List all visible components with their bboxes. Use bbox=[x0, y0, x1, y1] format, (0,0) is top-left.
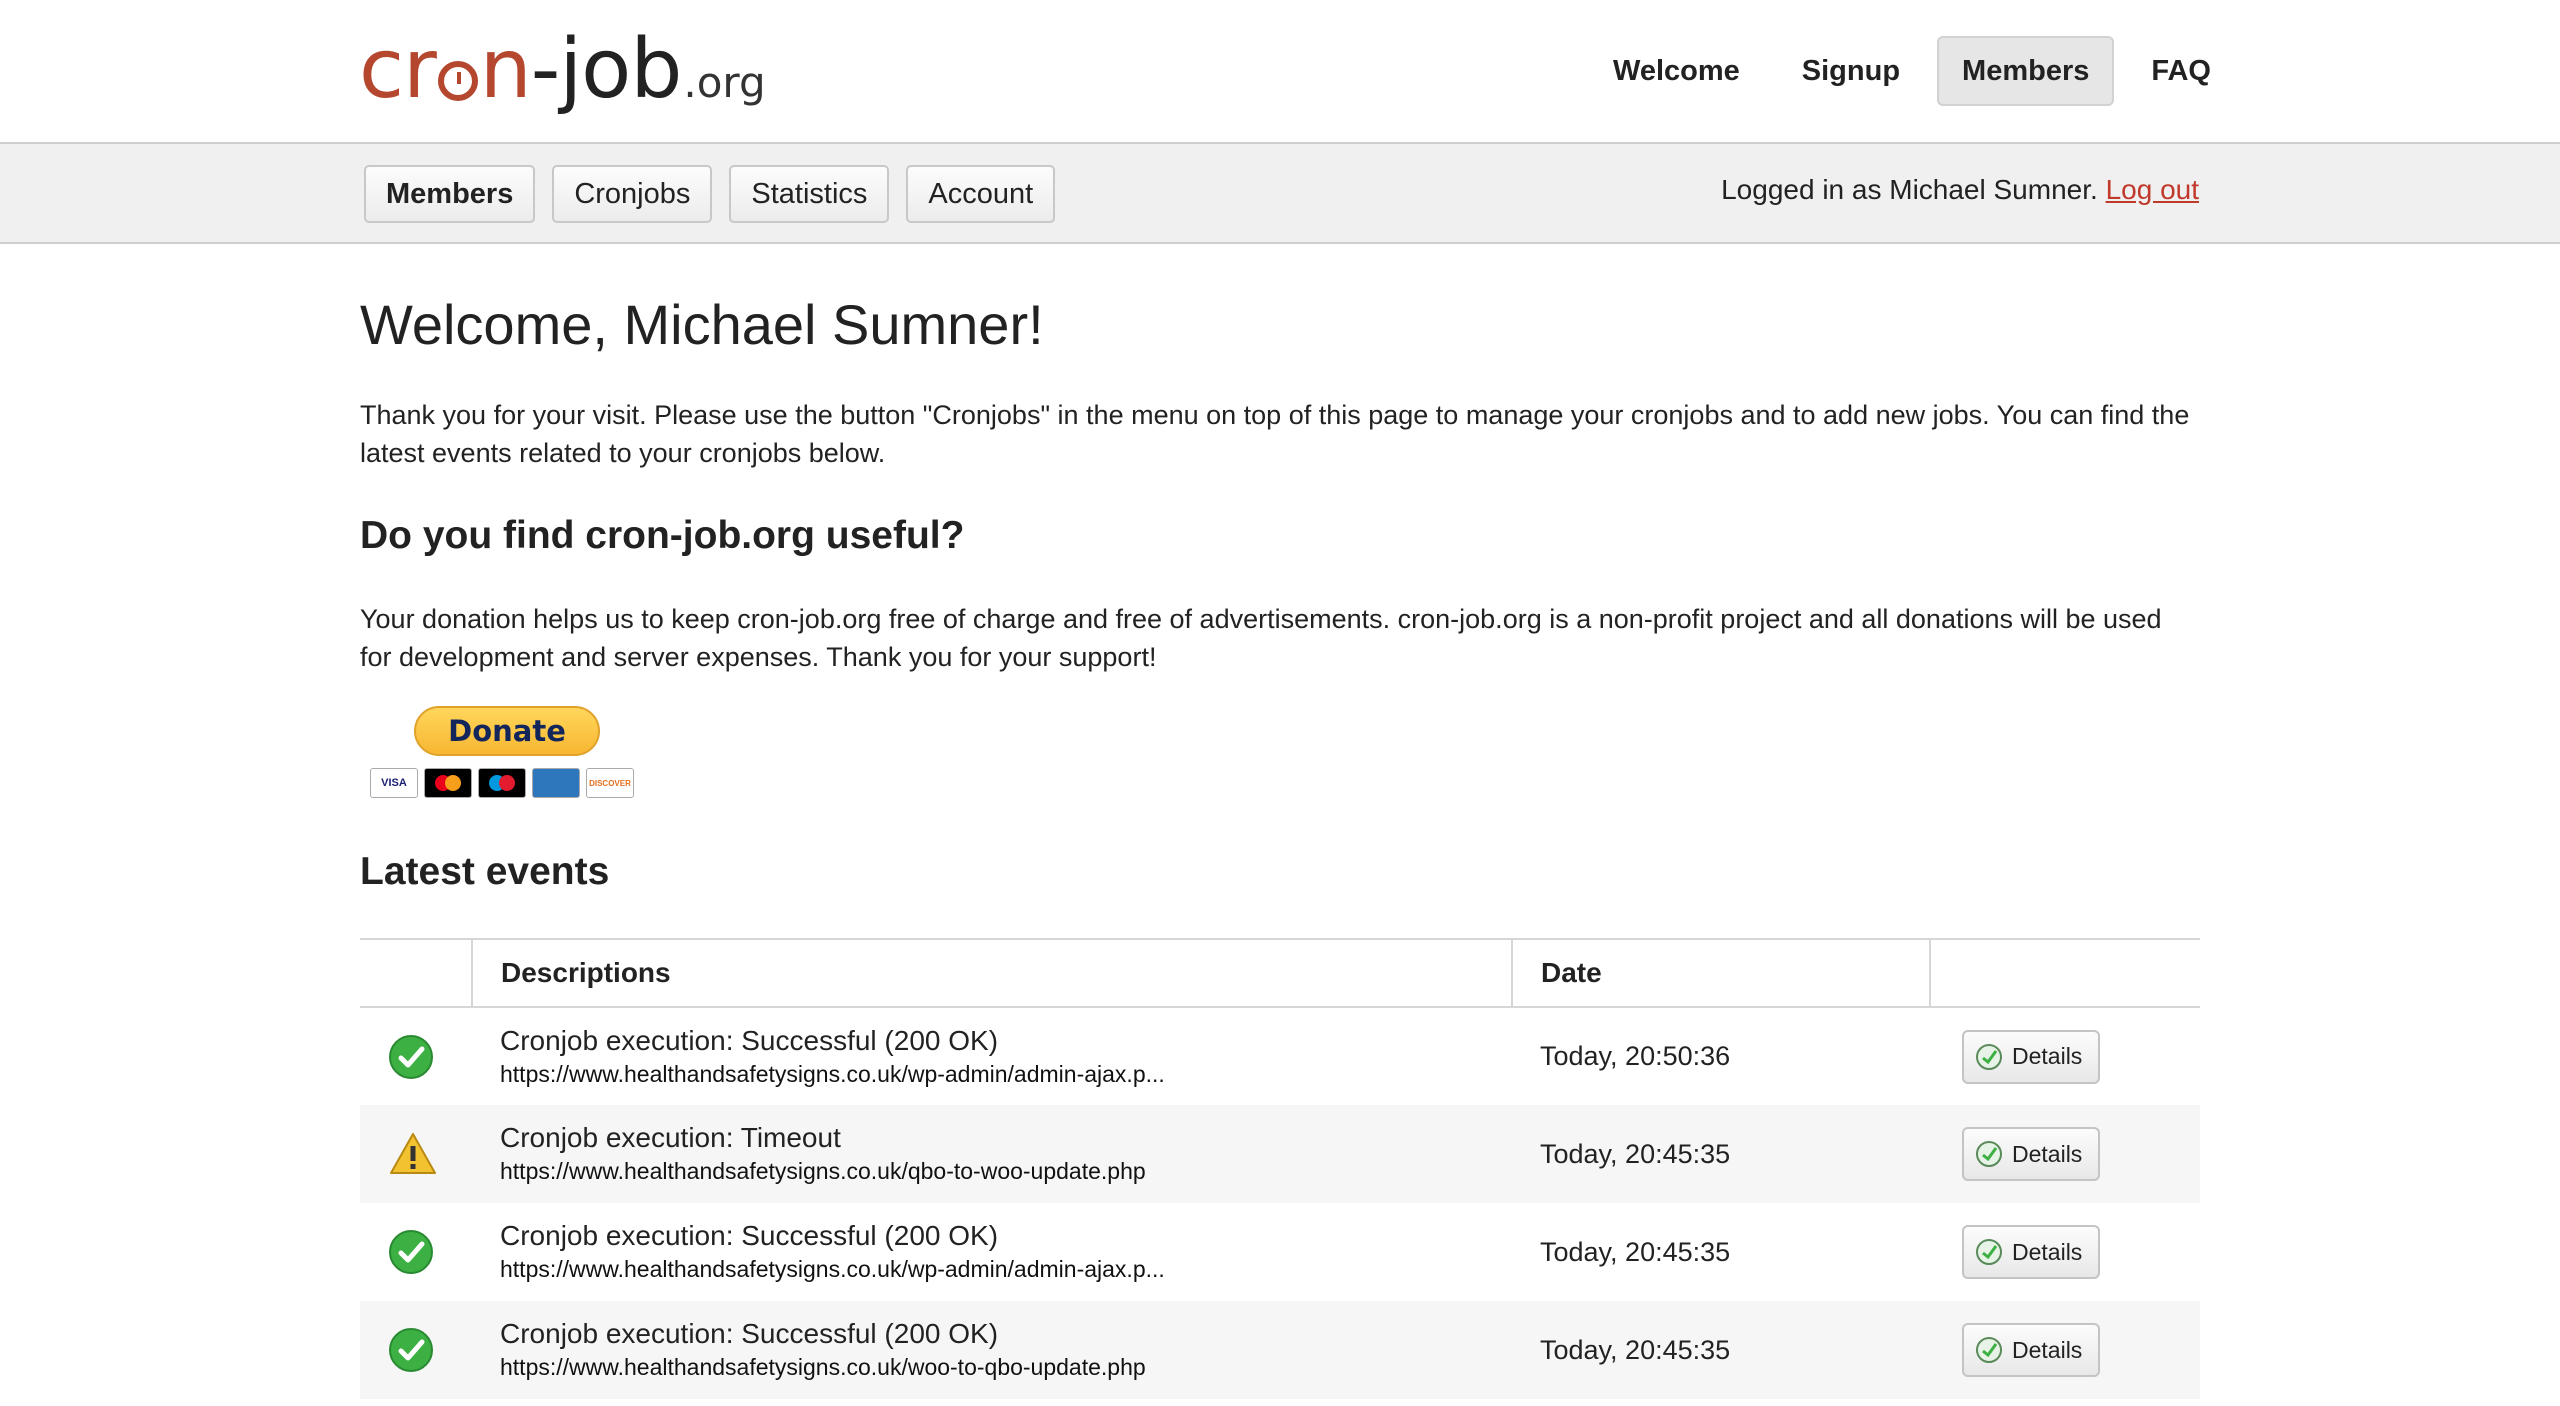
success-check-icon bbox=[389, 1328, 433, 1372]
top-nav: Welcome Signup Members FAQ bbox=[1588, 36, 2236, 106]
visa-card-icon: VISA bbox=[370, 768, 418, 798]
details-label: Details bbox=[2012, 1336, 2083, 1363]
details-button[interactable]: Details bbox=[1962, 1029, 2101, 1084]
details-label: Details bbox=[2012, 1140, 2083, 1167]
tab-statistics[interactable]: Statistics bbox=[729, 165, 890, 223]
details-icon bbox=[1976, 1141, 2002, 1167]
event-date: Today, 20:50:36 bbox=[1540, 1041, 1731, 1071]
discover-card-icon: DISCOVER bbox=[586, 768, 634, 798]
details-label: Details bbox=[2012, 1238, 2083, 1265]
header-date: Date bbox=[1511, 938, 1930, 1008]
intro-text: Thank you for your visit. Please use the… bbox=[360, 400, 2190, 468]
header-descriptions: Descriptions bbox=[471, 938, 1512, 1008]
events-heading: Latest events bbox=[360, 850, 610, 893]
site-logo[interactable]: cr n -job .org bbox=[359, 22, 766, 122]
details-icon bbox=[1976, 1043, 2002, 1070]
details-icon bbox=[1976, 1337, 2002, 1363]
tab-account[interactable]: Account bbox=[906, 165, 1056, 223]
success-check-icon bbox=[389, 1230, 433, 1274]
tab-members[interactable]: Members bbox=[364, 165, 536, 223]
nav-signup[interactable]: Signup bbox=[1777, 36, 1925, 106]
logo-job: -job bbox=[530, 22, 683, 117]
mastercard-icon bbox=[424, 768, 472, 798]
table-header-row: Descriptions Date bbox=[360, 938, 2200, 1008]
amex-card-icon bbox=[532, 768, 580, 798]
table-row: Cronjob execution: Successful (200 OK) h… bbox=[360, 1301, 2200, 1399]
events-table: Descriptions Date Cronjob execution: Suc… bbox=[360, 938, 2200, 1399]
site-header: cr n -job .org Welcome Signup Members FA… bbox=[0, 0, 2560, 144]
donation-text: Your donation helps us to keep cron-job.… bbox=[360, 604, 2162, 672]
event-date: Today, 20:45:35 bbox=[1540, 1236, 1731, 1267]
event-title: Cronjob execution: Timeout bbox=[500, 1122, 841, 1153]
event-date: Today, 20:45:35 bbox=[1512, 1301, 1930, 1399]
details-button[interactable]: Details bbox=[1962, 1225, 2101, 1279]
login-info: Logged in as Michael Sumner. Log out bbox=[1721, 174, 2199, 206]
table-row: Cronjob execution: Successful (200 OK) h… bbox=[360, 1007, 2200, 1105]
warning-icon bbox=[390, 1133, 436, 1174]
details-label: Details bbox=[2012, 1043, 2083, 1069]
clock-icon bbox=[437, 61, 478, 101]
details-icon bbox=[1976, 1239, 2002, 1265]
header-status bbox=[360, 938, 472, 1008]
event-title: Cronjob execution: Successful (200 OK) bbox=[500, 1024, 999, 1056]
header-actions bbox=[1929, 938, 2200, 1008]
donation-heading: Do you find cron-job.org useful? bbox=[360, 514, 965, 557]
details-button[interactable]: Details bbox=[1962, 1127, 2101, 1181]
event-date: Today, 20:45:35 bbox=[1512, 1105, 1930, 1203]
maestro-icon bbox=[478, 768, 526, 798]
logout-link[interactable]: Log out bbox=[2106, 174, 2199, 205]
details-button[interactable]: Details bbox=[1962, 1323, 2101, 1377]
logo-cron: cr bbox=[359, 22, 437, 117]
page-title: Welcome, Michael Sumner! bbox=[360, 293, 1044, 356]
table-row: Cronjob execution: Timeout https://www.h… bbox=[360, 1105, 2200, 1203]
donate-button[interactable]: Donate bbox=[414, 706, 600, 756]
members-subnav: Members Cronjobs Statistics Account bbox=[364, 165, 1056, 223]
tab-cronjobs[interactable]: Cronjobs bbox=[552, 165, 713, 223]
event-url: https://www.healthandsafetysigns.co.uk/w… bbox=[500, 1060, 1165, 1087]
event-url: https://www.healthandsafetysigns.co.uk/w… bbox=[500, 1354, 1146, 1380]
logo-org: .org bbox=[683, 58, 766, 107]
nav-members[interactable]: Members bbox=[1937, 36, 2115, 106]
login-status: Logged in as Michael Sumner. bbox=[1721, 174, 2098, 205]
event-url: https://www.healthandsafetysigns.co.uk/w… bbox=[500, 1256, 1165, 1282]
nav-faq[interactable]: FAQ bbox=[2126, 36, 2236, 106]
payment-cards: VISA DISCOVER bbox=[370, 768, 634, 798]
event-title: Cronjob execution: Successful (200 OK) bbox=[500, 1220, 999, 1251]
paypal-donate[interactable]: Donate VISA DISCOVER bbox=[370, 706, 650, 806]
success-check-icon bbox=[389, 1034, 433, 1079]
table-row: Cronjob execution: Successful (200 OK) h… bbox=[360, 1203, 2200, 1301]
event-title: Cronjob execution: Successful (200 OK) bbox=[500, 1318, 999, 1349]
nav-welcome[interactable]: Welcome bbox=[1588, 36, 1765, 106]
logo-cron-end: n bbox=[479, 22, 532, 117]
members-subnav-bar: Members Cronjobs Statistics Account Logg… bbox=[0, 144, 2560, 244]
event-url: https://www.healthandsafetysigns.co.uk/q… bbox=[500, 1158, 1146, 1184]
